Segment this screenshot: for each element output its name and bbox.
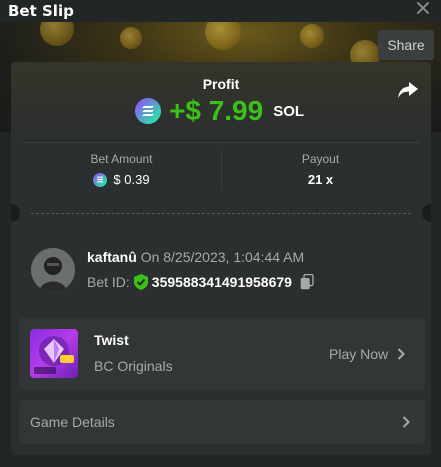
game-name: Twist [94, 332, 129, 348]
user-line: kaftanû On 8/25/2023, 1:04:44 AM [87, 249, 304, 265]
bet-slip-header: Bet Slip [0, 0, 441, 22]
payout-value: 21 x [307, 172, 334, 187]
share-arrow-icon[interactable] [397, 80, 419, 100]
solana-icon [93, 172, 108, 187]
game-details-row[interactable]: Game Details [19, 400, 425, 444]
bet-amount-value: $ 0.39 [113, 172, 150, 187]
bet-slip-card: Profit +$ 7.99 SOL Bet Amount $ 0.39 Pay… [11, 62, 431, 455]
profit-currency: SOL [273, 102, 305, 120]
game-provider: BC Originals [94, 358, 173, 374]
close-icon[interactable] [414, 0, 432, 18]
bet-amount-label: Bet Amount [90, 152, 153, 166]
payout-label: Payout [301, 152, 340, 166]
divider [31, 213, 411, 214]
game-card[interactable]: Twist BC Originals Play Now [19, 318, 425, 390]
share-button[interactable]: Share [378, 30, 434, 60]
game-details-label: Game Details [30, 414, 115, 430]
chevron-right-icon [402, 416, 410, 428]
bet-id-line: Bet ID: 359588341491958679 [87, 274, 314, 290]
bet-id-label: Bet ID: [87, 274, 130, 290]
page-title: Bet Slip [8, 2, 74, 20]
bet-date: On 8/25/2023, 1:04:44 AM [140, 249, 305, 265]
copy-icon[interactable] [300, 274, 314, 290]
profit-row: +$ 7.99 SOL [135, 94, 304, 128]
bet-amount-stat: Bet Amount $ 0.39 [22, 152, 221, 187]
game-thumbnail[interactable] [30, 329, 78, 378]
avatar[interactable] [31, 248, 75, 292]
chevron-right-icon [397, 348, 406, 360]
profit-label: Profit [202, 76, 240, 92]
bet-id-value: 359588341491958679 [151, 274, 292, 290]
user-name[interactable]: kaftanû [87, 249, 137, 265]
solana-icon [135, 98, 161, 124]
bet-stats: Bet Amount $ 0.39 Payout 21 x [22, 142, 420, 192]
play-now-label: Play Now [329, 346, 389, 362]
play-now-button[interactable]: Play Now [329, 346, 406, 362]
payout-stat: Payout 21 x [221, 152, 420, 187]
profit-value: +$ 7.99 [169, 95, 264, 126]
shield-icon [133, 274, 148, 290]
